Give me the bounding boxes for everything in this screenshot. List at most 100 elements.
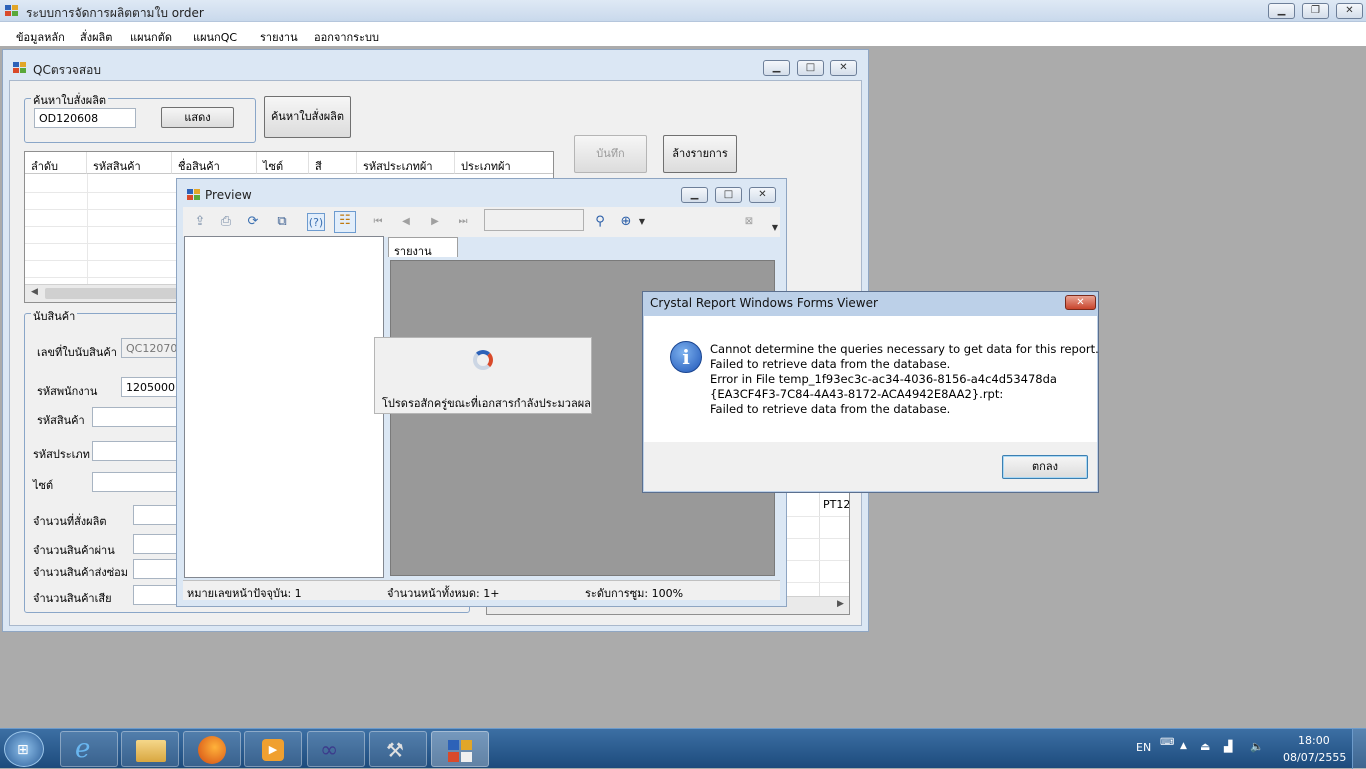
- count-group-legend: นับสินค้า: [31, 307, 78, 325]
- dialog-message: Cannot determine the queries necessary t…: [710, 342, 1099, 417]
- network-icon[interactable]: ▟: [1224, 740, 1232, 753]
- preview-close-button[interactable]: ✕: [749, 187, 776, 203]
- find-text-icon[interactable]: ⚲: [591, 213, 609, 231]
- qty-pass-input[interactable]: [133, 534, 181, 554]
- qc-maximize-button[interactable]: □: [797, 60, 824, 76]
- find-order-button[interactable]: ค้นหาใบสั่งผลิต: [264, 96, 351, 138]
- show-desktop-button[interactable]: [1352, 729, 1366, 769]
- language-indicator[interactable]: EN: [1136, 741, 1151, 754]
- safely-remove-icon[interactable]: ⏏: [1200, 740, 1210, 753]
- loading-panel: โปรดรอสักครู่ขณะที่เอกสารกำลังประมวลผล: [374, 337, 592, 414]
- menu-reports[interactable]: รายงาน: [260, 28, 298, 46]
- product-code-label: รหัสสินค้า: [37, 414, 85, 427]
- visual-studio-icon[interactable]: ∞: [307, 731, 365, 767]
- employee-id-input[interactable]: 12050001: [121, 377, 181, 397]
- print-icon[interactable]: ⎙: [217, 213, 235, 231]
- taskbar: ⊞ e ▶ ∞ ⚒ EN ⌨ ▲ ⏏ ▟ 🔈 18:00 08/07/2555: [0, 728, 1366, 769]
- previous-page-icon[interactable]: ◀: [397, 213, 415, 231]
- show-button[interactable]: แสดง: [161, 107, 234, 128]
- last-page-icon[interactable]: ⏭: [454, 213, 472, 231]
- zoom-dropdown-icon[interactable]: ▼: [633, 213, 651, 231]
- qc-minimize-button[interactable]: ▁: [763, 60, 790, 76]
- message-line: {EA3CF4F3-7C84-4A43-8172-ACA4942E8AA2}.r…: [710, 387, 1004, 401]
- group-tree-panel[interactable]: [184, 236, 384, 578]
- first-page-icon[interactable]: ⏮: [369, 213, 387, 231]
- qc-window-title: QCตรวจสอบ: [33, 63, 101, 77]
- clear-button[interactable]: ล้างรายการ: [663, 135, 737, 173]
- clock-date[interactable]: 08/07/2555: [1283, 751, 1346, 764]
- file-explorer-icon[interactable]: [121, 731, 179, 767]
- qty-repair-input[interactable]: [133, 559, 181, 579]
- qty-defect-input[interactable]: [133, 585, 181, 605]
- help-icon[interactable]: (?): [307, 213, 325, 231]
- save-button[interactable]: บันทึก: [574, 135, 647, 173]
- close-button[interactable]: ✕: [1336, 3, 1363, 19]
- close-view-icon[interactable]: ⊠: [740, 213, 758, 231]
- message-line: Failed to retrieve data from the databas…: [710, 357, 951, 371]
- tab-main-report[interactable]: รายงานหลัก: [388, 237, 458, 276]
- refresh-icon[interactable]: ⟳: [244, 213, 262, 231]
- toolbar-overflow-icon[interactable]: ▼: [766, 219, 784, 237]
- loading-spinner-icon: [473, 350, 493, 370]
- firefox-icon[interactable]: [183, 731, 241, 767]
- dialog-close-button[interactable]: ✕: [1065, 295, 1096, 310]
- show-hidden-icons-icon[interactable]: ▲: [1180, 741, 1187, 751]
- error-dialog: Crystal Report Windows Forms Viewer ✕ i …: [642, 291, 1099, 493]
- qty-ordered-input[interactable]: [133, 505, 181, 525]
- message-line: Failed to retrieve data from the databas…: [710, 402, 951, 416]
- export-icon[interactable]: ⇪: [191, 213, 209, 231]
- column-header[interactable]: ลำดับ: [25, 152, 87, 174]
- keyboard-icon[interactable]: ⌨: [1160, 737, 1174, 748]
- group-tree-icon[interactable]: ☷: [334, 211, 356, 233]
- size-input[interactable]: [92, 472, 181, 492]
- message-line: Cannot determine the queries necessary t…: [710, 342, 1099, 356]
- info-icon: i: [670, 341, 702, 373]
- employee-id-label: รหัสพนักงาน: [37, 385, 98, 398]
- menu-order-production[interactable]: สั่งผลิต: [80, 28, 112, 46]
- qty-defect-label: จำนวนสินค้าเสีย: [33, 592, 112, 605]
- grid-cell[interactable]: PT12: [823, 498, 849, 511]
- qc-close-button[interactable]: ✕: [830, 60, 857, 76]
- start-orb-icon[interactable]: ⊞: [4, 731, 44, 767]
- column-header[interactable]: รหัสประเภทผ้า: [357, 152, 455, 174]
- column-header[interactable]: สี: [309, 152, 357, 174]
- goto-page-input[interactable]: [484, 209, 584, 231]
- preview-status-bar: หมายเลขหน้าปัจจุบัน: 1 จำนวนหน้าทั้งหมด:…: [183, 580, 780, 600]
- scroll-right-icon[interactable]: ▶: [837, 599, 844, 609]
- size-label: ไซต์: [33, 479, 54, 492]
- menu-qc-dept[interactable]: แผนกQC: [193, 28, 237, 46]
- menu-cutting-dept[interactable]: แผนกตัด: [130, 28, 172, 46]
- zoom-level-status: ระดับการซูม: 100%: [585, 587, 684, 600]
- column-header[interactable]: ไซต์: [257, 152, 309, 174]
- type-code-input[interactable]: [92, 441, 181, 461]
- restore-button[interactable]: ❐: [1302, 3, 1329, 19]
- doc-number-label: เลขที่ใบนับสินค้า: [37, 346, 117, 359]
- dialog-body: i Cannot determine the queries necessary…: [644, 316, 1099, 442]
- clock-time[interactable]: 18:00: [1298, 734, 1330, 747]
- scroll-left-icon[interactable]: ◀: [31, 287, 38, 297]
- order-number-input[interactable]: OD120608: [34, 108, 136, 128]
- qty-pass-label: จำนวนสินค้าผ่าน: [33, 544, 115, 557]
- tools-icon[interactable]: ⚒: [369, 731, 427, 767]
- column-header[interactable]: ชื่อสินค้า: [172, 152, 257, 174]
- total-pages-status: จำนวนหน้าทั้งหมด: 1+: [387, 587, 500, 600]
- preview-minimize-button[interactable]: ▁: [681, 187, 708, 203]
- dialog-footer: ตกลง: [644, 442, 1097, 491]
- column-header[interactable]: รหัสสินค้า: [87, 152, 172, 174]
- search-group-legend: ค้นหาใบสั่งผลิต: [31, 91, 109, 109]
- product-code-input[interactable]: [92, 407, 181, 427]
- copy-icon[interactable]: ⧉: [273, 213, 291, 231]
- preview-maximize-button[interactable]: □: [715, 187, 742, 203]
- internet-explorer-icon[interactable]: e: [60, 731, 118, 767]
- menu-logout[interactable]: ออกจากระบบ: [314, 28, 379, 46]
- app-window-icon[interactable]: [431, 731, 489, 767]
- media-player-icon[interactable]: ▶: [244, 731, 302, 767]
- volume-icon[interactable]: 🔈: [1250, 740, 1264, 753]
- window-icon: [13, 62, 27, 74]
- column-header[interactable]: ประเภทผ้า: [455, 152, 553, 174]
- minimize-button[interactable]: ▁: [1268, 3, 1295, 19]
- ok-button[interactable]: ตกลง: [1002, 455, 1088, 479]
- menu-master-data[interactable]: ข้อมูลหลัก: [16, 28, 65, 46]
- qty-ordered-label: จำนวนที่สั่งผลิต: [33, 515, 107, 528]
- next-page-icon[interactable]: ▶: [426, 213, 444, 231]
